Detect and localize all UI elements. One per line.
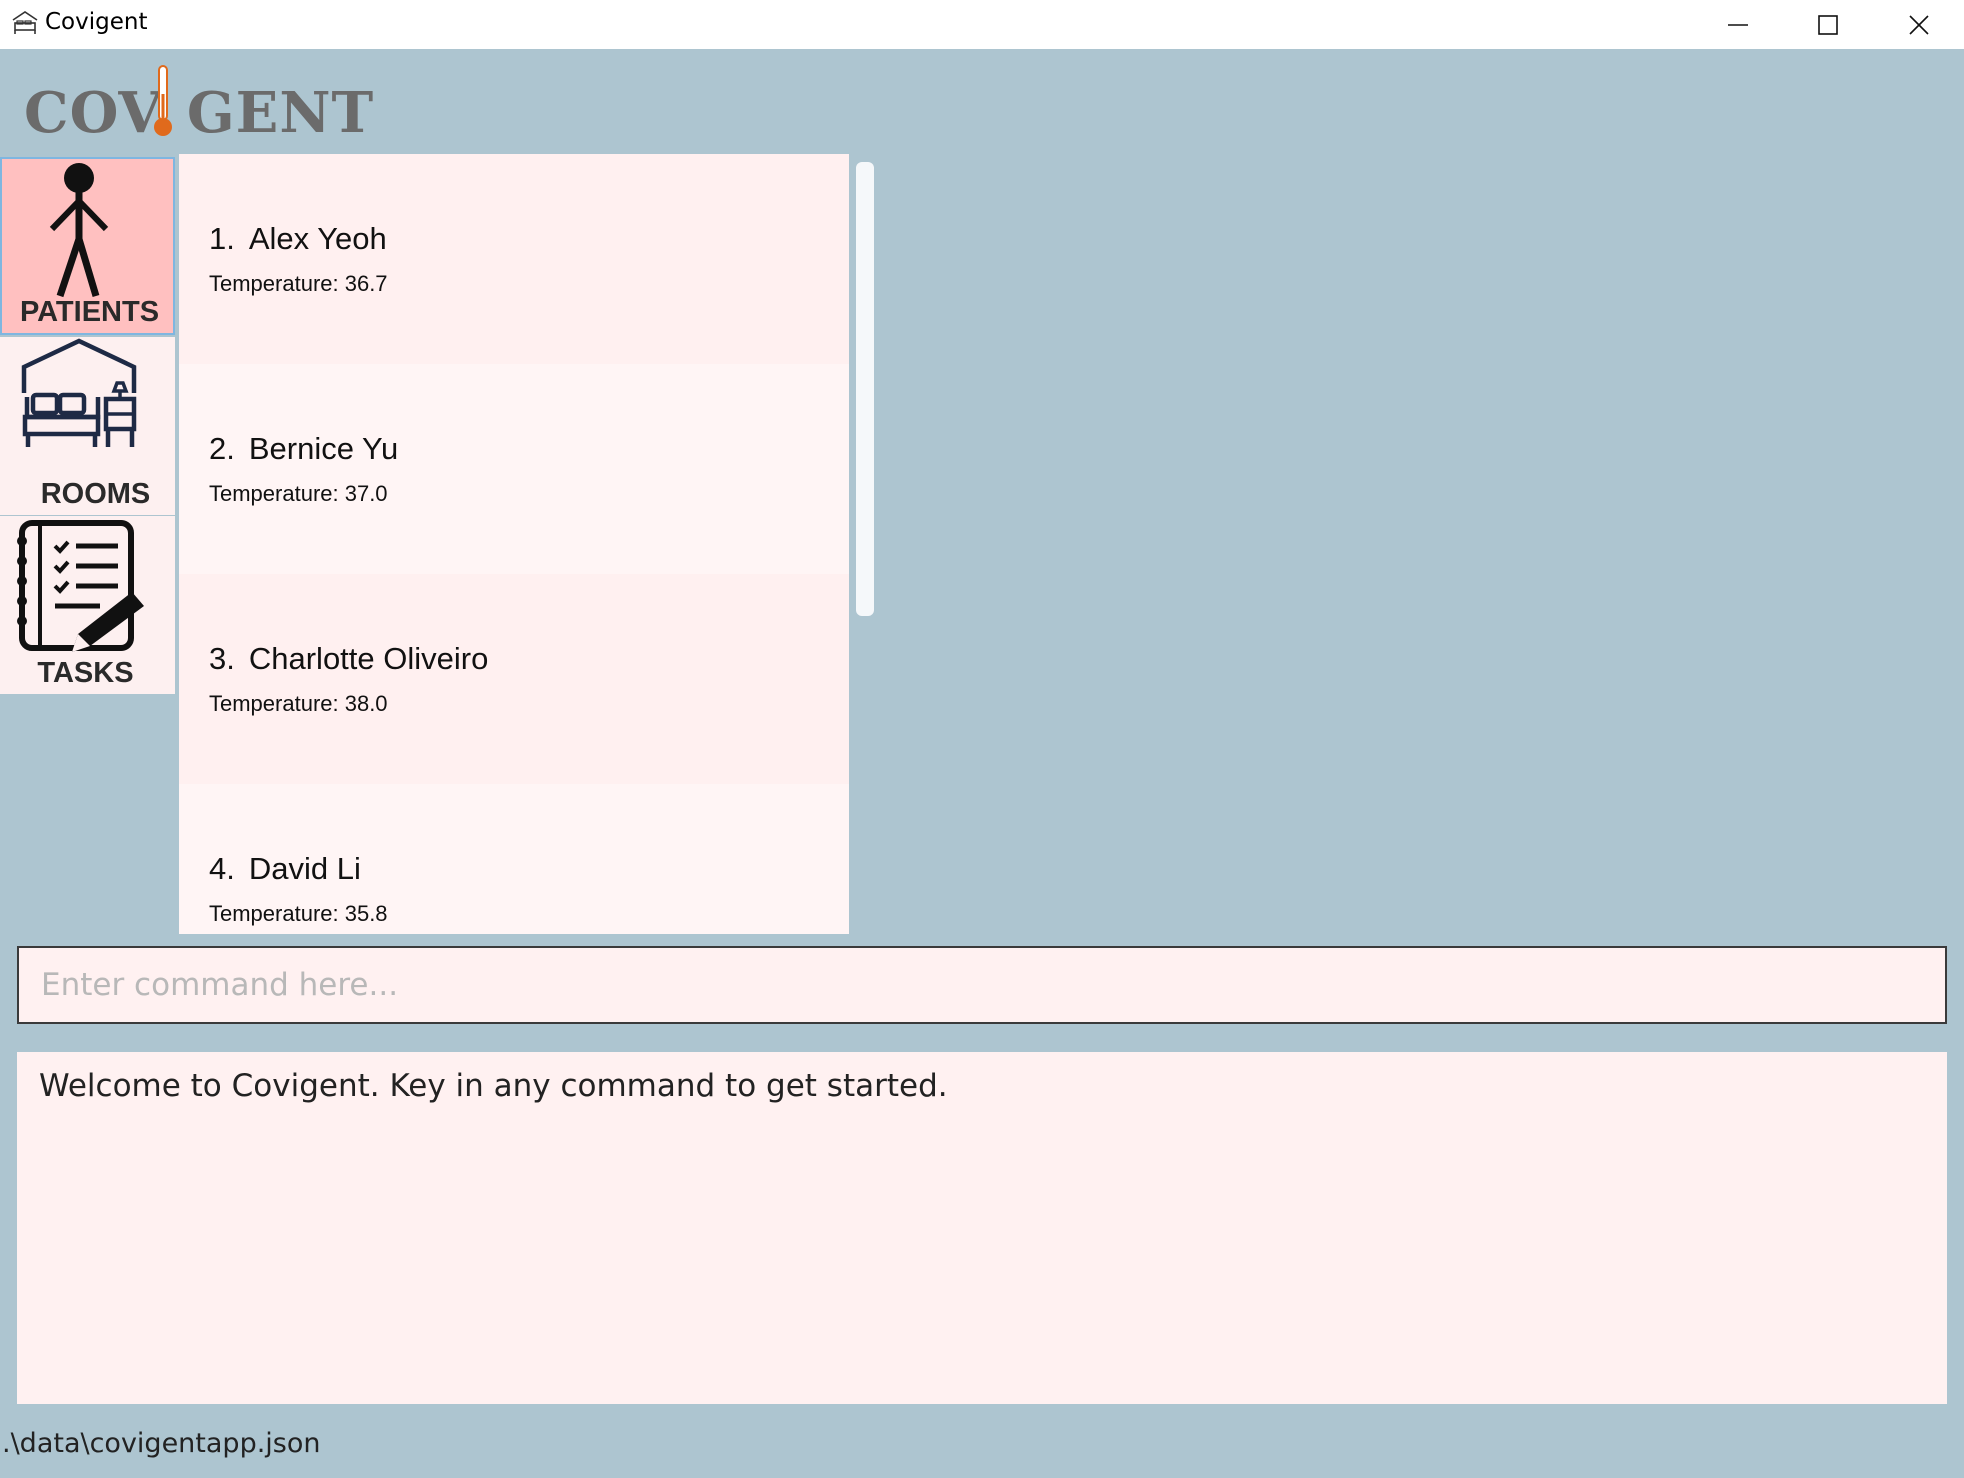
- patient-index: 4.: [209, 851, 235, 886]
- patient-name-line: 3. Charlotte Oliveiro: [209, 641, 849, 677]
- patient-list[interactable]: 1. Alex Yeoh Temperature: 36.7 2. Bernice …: [179, 154, 849, 934]
- patient-temperature: Temperature: 37.0: [209, 481, 388, 506]
- covigent-logo: COV GENT: [24, 64, 374, 146]
- patient-index: 2.: [209, 431, 235, 466]
- logo-text-left: COV: [24, 80, 163, 146]
- maximize-button[interactable]: [1783, 0, 1873, 49]
- nav-patients-label: PATIENTS: [19, 296, 160, 328]
- patient-index: 3.: [209, 641, 235, 676]
- thermometer-icon: [154, 65, 172, 136]
- nav-rooms-label: ROOMS: [40, 478, 151, 510]
- nav-patients-button[interactable]: PATIENTS: [0, 157, 175, 335]
- patient-name-line: 1. Alex Yeoh: [209, 221, 849, 257]
- nav-rooms-button[interactable]: ROOMS: [0, 337, 175, 515]
- patient-name: David Li: [248, 851, 361, 886]
- patient-name: Alex Yeoh: [248, 221, 387, 256]
- result-display: Welcome to Covigent. Key in any command …: [17, 1052, 1947, 1404]
- minimize-icon: [1728, 23, 1748, 26]
- window-title: Covigent: [45, 9, 148, 35]
- patient-temperature: Temperature: 35.8: [209, 901, 388, 926]
- patient-card[interactable]: 4. David Li Temperature: 35.8: [179, 784, 849, 934]
- minimize-button[interactable]: [1693, 0, 1783, 49]
- command-input[interactable]: [19, 948, 1945, 1022]
- patient-temperature: Temperature: 36.7: [209, 271, 388, 296]
- logo-text-right: GENT: [186, 80, 375, 146]
- bed-app-icon: [12, 11, 38, 34]
- status-bar-save-path: .\data\covigentapp.json: [2, 1428, 321, 1459]
- close-button[interactable]: [1874, 0, 1964, 49]
- logo-text: COV GENT: [24, 80, 374, 146]
- patient-index: 1.: [209, 221, 235, 256]
- patient-card[interactable]: 1. Alex Yeoh Temperature: 36.7: [179, 154, 849, 364]
- patient-name-line: 2. Bernice Yu: [209, 431, 849, 467]
- command-box[interactable]: [17, 946, 1947, 1024]
- maximize-icon: [1818, 14, 1838, 35]
- patient-name-line: 4. David Li: [209, 851, 849, 887]
- patient-name: Bernice Yu: [248, 431, 399, 466]
- patient-temperature: Temperature: 38.0: [209, 691, 388, 716]
- patient-name: Charlotte Oliveiro: [248, 641, 489, 676]
- result-message: Welcome to Covigent. Key in any command …: [39, 1068, 948, 1104]
- close-icon: [1909, 14, 1929, 35]
- patient-list-scrollbar[interactable]: [856, 162, 874, 616]
- nav-tasks-label: TASKS: [37, 657, 134, 689]
- title-bar: Covigent: [0, 0, 1964, 49]
- patient-card[interactable]: 3. Charlotte Oliveiro Temperature: 38.0: [179, 574, 849, 784]
- patient-card[interactable]: 2. Bernice Yu Temperature: 37.0: [179, 364, 849, 574]
- nav-tasks-button[interactable]: TASKS: [0, 516, 175, 694]
